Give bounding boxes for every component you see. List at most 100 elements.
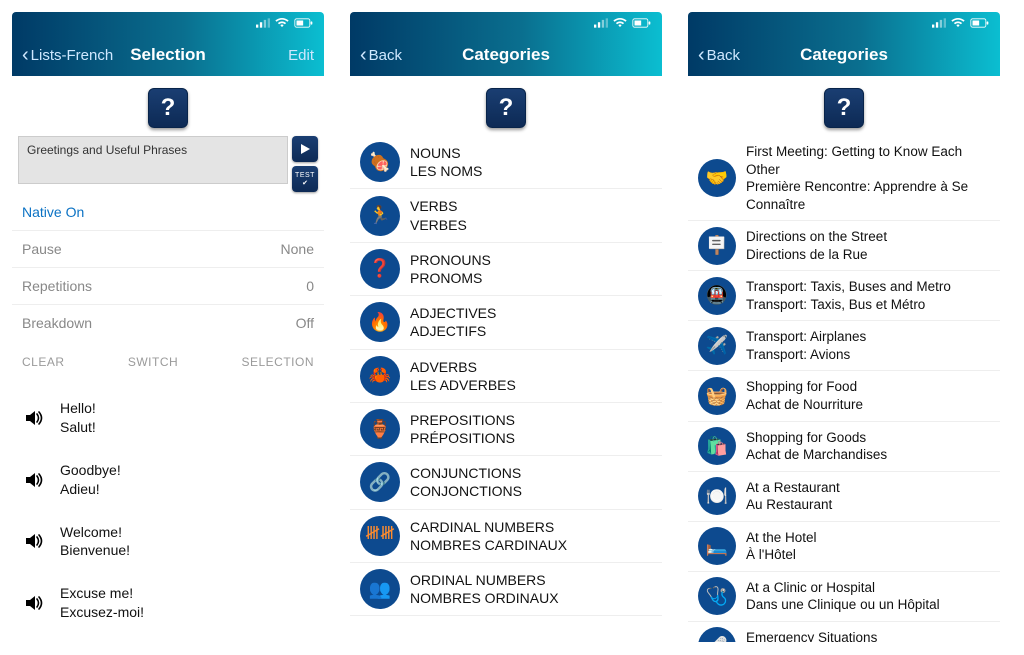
category-item[interactable]: 🏃 VERBS VERBES: [350, 189, 662, 242]
play-button[interactable]: [292, 136, 318, 162]
help-button[interactable]: ?: [148, 88, 188, 128]
category-english: First Meeting: Getting to Know Each Othe…: [746, 143, 990, 178]
emergency-icon: 🩹: [698, 627, 736, 642]
category-text: Transport: Taxis, Buses and Metro Transp…: [746, 274, 990, 317]
page-title: Categories: [800, 45, 888, 65]
category-item[interactable]: 🛏️ At the Hotel À l'Hôtel: [688, 522, 1000, 572]
chevron-left-icon: ‹: [698, 45, 705, 65]
repetitions-row[interactable]: Repetitions 0: [12, 267, 324, 304]
category-item[interactable]: 🦀 ADVERBS LES ADVERBES: [350, 350, 662, 403]
back-label: Back: [369, 47, 402, 64]
pause-value: None: [281, 241, 314, 257]
category-text: VERBS VERBES: [410, 193, 652, 237]
chevron-left-icon: ‹: [360, 45, 367, 65]
clear-button[interactable]: CLEAR: [22, 355, 65, 369]
pause-row[interactable]: Pause None: [12, 230, 324, 267]
phrase-text: Goodbye! Adieu!: [60, 461, 121, 499]
play-audio-button[interactable]: [24, 471, 46, 489]
category-item[interactable]: 🚇 Transport: Taxis, Buses and Metro Tran…: [688, 271, 1000, 321]
category-item[interactable]: 🍖 NOUNS LES NOMS: [350, 136, 662, 189]
category-english: ADVERBS: [410, 358, 652, 376]
category-item[interactable]: 🧺 Shopping for Food Achat de Nourriture: [688, 371, 1000, 421]
category-french: ADJECTIFS: [410, 322, 652, 340]
category-item[interactable]: 🔗 CONJUNCTIONS CONJONCTIONS: [350, 456, 662, 509]
category-english: At a Restaurant: [746, 479, 990, 497]
category-french: Première Rencontre: Apprendre à Se Conna…: [746, 178, 990, 213]
category-english: Directions on the Street: [746, 228, 990, 246]
phrase-english: Excuse me!: [60, 584, 144, 603]
screen-categories-grammar: ‹ Back Categories ? 🍖 NOUNS LES NOMS 🏃 V…: [350, 12, 662, 642]
page-title: Categories: [462, 45, 550, 65]
category-english: Shopping for Goods: [746, 429, 990, 447]
phrase-item[interactable]: Welcome! Bienvenue!: [12, 511, 324, 573]
selection-button[interactable]: SELECTION: [241, 355, 314, 369]
category-english: At the Hotel: [746, 529, 990, 547]
breakdown-label: Breakdown: [22, 315, 92, 331]
ordinal-icon: 👥: [360, 569, 400, 609]
phrase-english: Hello!: [60, 399, 96, 418]
back-button[interactable]: ‹ Back: [698, 45, 740, 65]
chevron-left-icon: ‹: [22, 45, 29, 65]
category-item[interactable]: ✈️ Transport: Airplanes Transport: Avion…: [688, 321, 1000, 371]
phrase-item[interactable]: Goodbye! Adieu!: [12, 449, 324, 511]
category-list: 🤝 First Meeting: Getting to Know Each Ot…: [688, 136, 1000, 642]
edit-button[interactable]: Edit: [288, 47, 314, 64]
category-item[interactable]: 🛍️ Shopping for Goods Achat de Marchandi…: [688, 422, 1000, 472]
category-french: NOMBRES ORDINAUX: [410, 589, 652, 607]
help-button[interactable]: ?: [824, 88, 864, 128]
restaurant-icon: 🍽️: [698, 477, 736, 515]
signal-icon: [256, 18, 270, 28]
category-item[interactable]: ❓ PRONOUNS PRONOMS: [350, 243, 662, 296]
category-item[interactable]: 🩹 Emergency Situations Situations d'Urge…: [688, 622, 1000, 642]
category-item[interactable]: 🍽️ At a Restaurant Au Restaurant: [688, 472, 1000, 522]
category-french: LES ADVERBES: [410, 376, 652, 394]
category-item[interactable]: 🩺 At a Clinic or Hospital Dans une Clini…: [688, 572, 1000, 622]
nouns-icon: 🍖: [360, 142, 400, 182]
battery-icon: [632, 18, 652, 28]
category-text: First Meeting: Getting to Know Each Othe…: [746, 139, 990, 217]
signal-icon: [594, 18, 608, 28]
category-english: Transport: Taxis, Buses and Metro: [746, 278, 990, 296]
back-button[interactable]: ‹ Lists-French: [22, 45, 113, 65]
battery-icon: [970, 18, 990, 28]
adverbs-icon: 🦀: [360, 356, 400, 396]
test-button[interactable]: TEST ✔: [292, 166, 318, 192]
speaker-icon: [25, 409, 45, 427]
category-text: NOUNS LES NOMS: [410, 140, 652, 184]
screen-selection: ‹ Lists-French Selection Edit ? Greeting…: [12, 12, 324, 642]
play-audio-button[interactable]: [24, 532, 46, 550]
category-text: ADJECTIVES ADJECTIFS: [410, 300, 652, 344]
play-audio-button[interactable]: [24, 409, 46, 427]
speaker-icon: [25, 594, 45, 612]
category-french: PRONOMS: [410, 269, 652, 287]
category-item[interactable]: 🏺 PREPOSITIONS PRÉPOSITIONS: [350, 403, 662, 456]
phrase-item[interactable]: Hello! Salut!: [12, 387, 324, 449]
category-text: CARDINAL NUMBERS NOMBRES CARDINAUX: [410, 514, 652, 558]
category-english: VERBS: [410, 197, 652, 215]
category-item[interactable]: 🔥 ADJECTIVES ADJECTIFS: [350, 296, 662, 349]
category-english: ADJECTIVES: [410, 304, 652, 322]
phrase-item[interactable]: Excuse me! Excusez-moi!: [12, 572, 324, 634]
switch-button[interactable]: SWITCH: [128, 355, 178, 369]
back-button[interactable]: ‹ Back: [360, 45, 402, 65]
phrase-text: Excuse me! Excusez-moi!: [60, 584, 144, 622]
shopping-food-icon: 🧺: [698, 377, 736, 415]
back-label: Back: [707, 47, 740, 64]
repetitions-value: 0: [306, 278, 314, 294]
category-text: ADVERBS LES ADVERBES: [410, 354, 652, 398]
help-button[interactable]: ?: [486, 88, 526, 128]
repetitions-label: Repetitions: [22, 278, 92, 294]
category-english: Shopping for Food: [746, 378, 990, 396]
category-item[interactable]: 🤝 First Meeting: Getting to Know Each Ot…: [688, 136, 1000, 221]
category-item[interactable]: 👥 ORDINAL NUMBERS NOMBRES ORDINAUX: [350, 563, 662, 616]
selection-box[interactable]: Greetings and Useful Phrases: [18, 136, 288, 184]
category-item[interactable]: 🪧 Directions on the Street Directions de…: [688, 221, 1000, 271]
category-french: À l'Hôtel: [746, 546, 990, 564]
breakdown-row[interactable]: Breakdown Off: [12, 304, 324, 341]
native-toggle[interactable]: Native On: [12, 192, 324, 230]
play-audio-button[interactable]: [24, 594, 46, 612]
category-item[interactable]: 𝍸𝍸 CARDINAL NUMBERS NOMBRES CARDINAUX: [350, 510, 662, 563]
phrase-french: Bienvenue!: [60, 541, 130, 560]
category-french: Transport: Taxis, Bus et Métro: [746, 296, 990, 314]
check-icon: ✔: [302, 179, 308, 187]
